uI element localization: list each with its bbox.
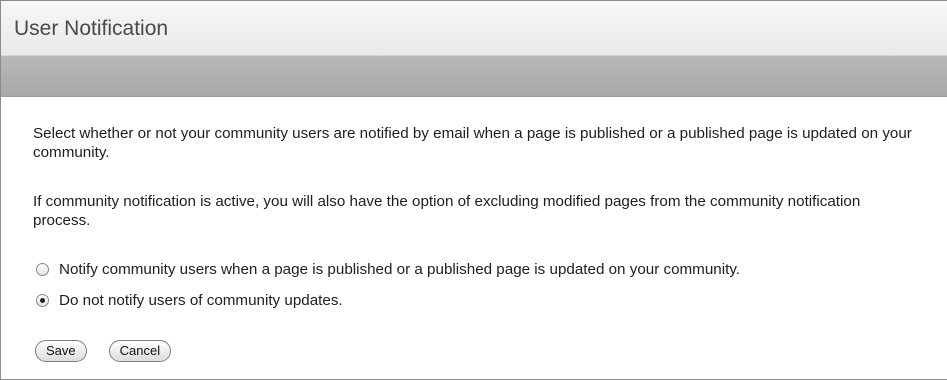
cancel-button[interactable]: Cancel bbox=[108, 340, 172, 362]
save-button[interactable]: Save bbox=[35, 340, 87, 362]
notify-users-label[interactable]: Notify community users when a page is pu… bbox=[59, 260, 740, 279]
description-paragraph: Select whether or not your community use… bbox=[33, 125, 912, 161]
notification-note-paragraph: If community notification is active, you… bbox=[33, 193, 861, 229]
notification-options: Notify community users when a page is pu… bbox=[33, 260, 740, 322]
option-notify-users[interactable]: Notify community users when a page is pu… bbox=[33, 260, 740, 279]
dialog-titlebar: User Notification bbox=[1, 1, 947, 56]
do-not-notify-label[interactable]: Do not notify users of community updates… bbox=[59, 291, 343, 310]
dialog-buttons: Save Cancel bbox=[35, 340, 193, 362]
dialog-title: User Notification bbox=[14, 17, 169, 40]
notify-users-radio[interactable] bbox=[36, 263, 49, 276]
do-not-notify-radio[interactable] bbox=[36, 294, 49, 307]
dialog-toolbar-bar bbox=[1, 56, 947, 97]
option-do-not-notify[interactable]: Do not notify users of community updates… bbox=[33, 291, 740, 310]
dialog-content: Select whether or not your community use… bbox=[33, 124, 947, 362]
user-notification-dialog: User Notification Select whether or not … bbox=[0, 0, 947, 380]
